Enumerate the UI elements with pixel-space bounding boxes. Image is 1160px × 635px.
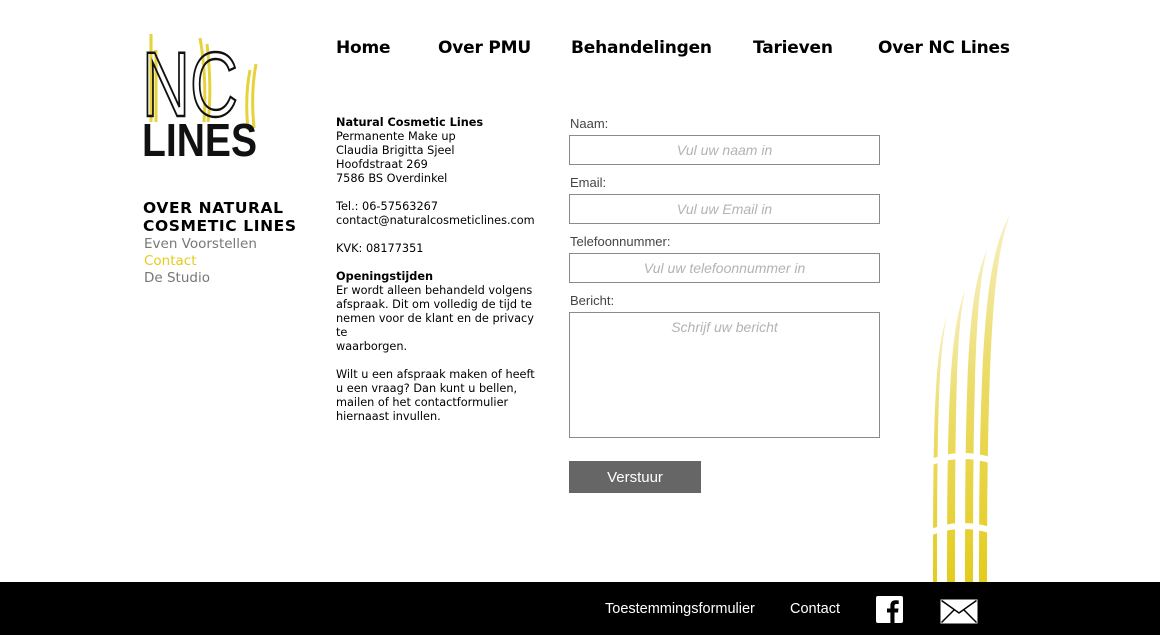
mail-icon[interactable]	[940, 599, 978, 624]
sidebar-item-contact[interactable]: Contact	[144, 253, 197, 269]
message-label: Bericht:	[570, 293, 615, 308]
opening-hours-line: afspraak. Dit om volledig de tijd te	[336, 298, 532, 311]
decorative-stripes	[923, 215, 1020, 585]
email-label: Email:	[570, 175, 607, 190]
email-address[interactable]: contact@naturalcosmeticlines.com	[336, 214, 541, 228]
nc-lines-logo-icon: NC LINES	[141, 33, 258, 166]
cta-line: Wilt u een afspraak maken of heeft	[336, 368, 535, 381]
nav-home[interactable]: Home	[336, 38, 391, 58]
footer-consent-link[interactable]: Toestemmingsformulier	[605, 601, 755, 617]
footer-contact-link[interactable]: Contact	[790, 601, 840, 617]
site-logo[interactable]: NC LINES	[141, 30, 260, 166]
address-line: Hoofdstraat 269	[336, 158, 428, 171]
kvk-number: KVK: 08177351	[336, 242, 424, 255]
company-name: Natural Cosmetic Lines	[336, 116, 484, 129]
logo-text-lines: LINES	[142, 114, 257, 160]
name-label: Naam:	[570, 116, 609, 131]
opening-hours-line: Er wordt alleen behandeld volgens	[336, 284, 533, 297]
phone-number: Tel.: 06-57563267	[336, 200, 439, 213]
cta-line: mailen of het contactformulier	[336, 396, 509, 409]
opening-hours-title: Openingstijden	[336, 270, 434, 283]
name-input[interactable]	[569, 135, 880, 165]
message-textarea[interactable]	[569, 312, 880, 438]
email-input[interactable]	[569, 194, 880, 224]
opening-hours-line: nemen voor de klant en de privacy te	[336, 312, 534, 339]
address-line: 7586 BS Overdinkel	[336, 172, 448, 185]
nav-tarieven[interactable]: Tarieven	[753, 38, 833, 58]
cta-line: hiernaast invullen.	[336, 410, 441, 423]
phone-label: Telefoonnummer:	[570, 234, 671, 249]
address-line: Claudia Brigitta Sjeel	[336, 144, 455, 157]
sidebar-item-even-voorstellen[interactable]: Even Voorstellen	[144, 236, 257, 252]
cta-line: u een vraag? Dan kunt u bellen,	[336, 382, 518, 395]
address-line: Permanente Make up	[336, 130, 456, 143]
opening-hours-line: waarborgen.	[336, 340, 408, 353]
contact-info: Natural Cosmetic Lines Permanente Make u…	[336, 116, 541, 424]
decorative-lines-icon	[923, 215, 1017, 585]
nav-over-nc-lines[interactable]: Over NC Lines	[878, 38, 1010, 58]
facebook-icon[interactable]	[876, 596, 903, 623]
sidebar-item-de-studio[interactable]: De Studio	[144, 270, 210, 286]
submit-button[interactable]: Verstuur	[569, 461, 701, 493]
nav-over-pmu[interactable]: Over PMU	[438, 38, 531, 58]
sidebar-heading: OVER NATURAL COSMETIC LINES	[143, 199, 297, 235]
nav-behandelingen[interactable]: Behandelingen	[571, 38, 712, 58]
footer: Toestemmingsformulier Contact	[0, 582, 1160, 635]
phone-input[interactable]	[569, 253, 880, 283]
